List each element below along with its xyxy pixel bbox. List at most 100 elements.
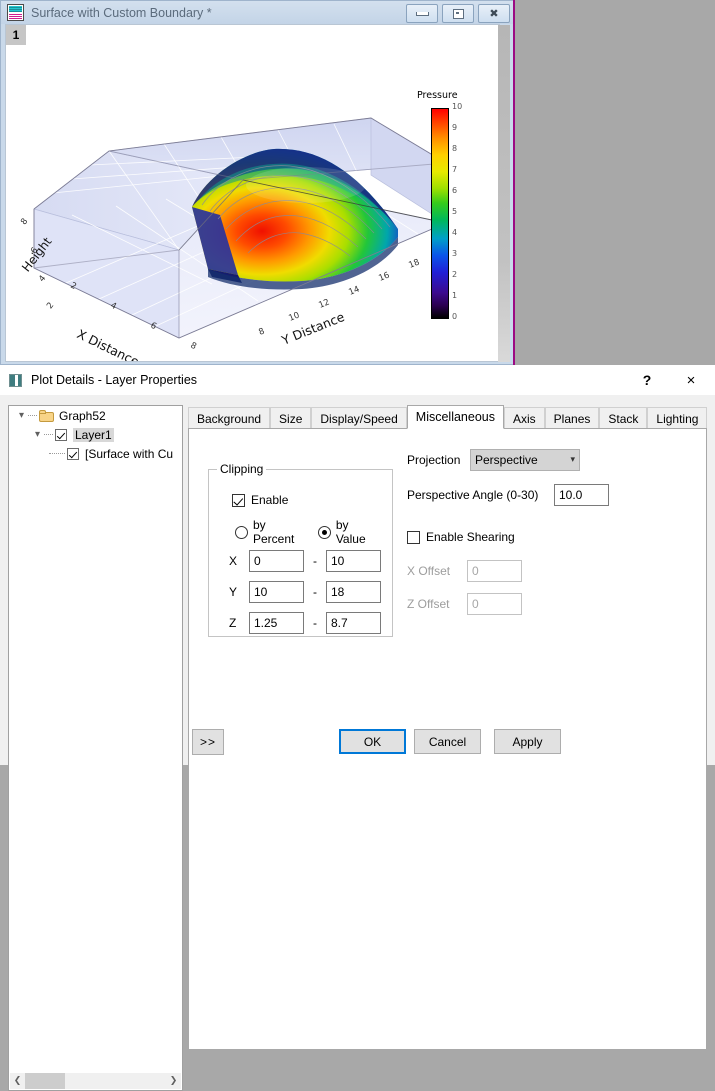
minimize-button[interactable] — [406, 4, 438, 23]
window-edge-marker — [513, 0, 515, 365]
clipping-enable-label: Enable — [251, 493, 288, 507]
graph-window: Surface with Custom Boundary * ✖ 1 — [0, 0, 515, 365]
clipping-dash: - — [304, 616, 326, 630]
close-button[interactable]: ✖ — [478, 4, 510, 23]
radio-by-percent[interactable] — [235, 526, 248, 539]
tab-stack[interactable]: Stack — [599, 407, 647, 429]
chevron-down-icon[interactable]: ▾ — [15, 410, 28, 421]
tab-lighting[interactable]: Lighting — [647, 407, 707, 429]
colorbar-title: Pressure — [417, 90, 458, 101]
clipping-x-from-input[interactable]: 0 — [249, 550, 304, 572]
clipping-row-z: Z 1.25 - 8.7 — [229, 612, 381, 634]
chevron-down-icon[interactable]: ▾ — [31, 429, 44, 440]
tree-item-layer1[interactable]: ▾ Layer1 — [9, 425, 182, 444]
scroll-right-icon[interactable]: ❯ — [166, 1076, 181, 1086]
svg-text:8: 8 — [257, 326, 266, 337]
clipping-axis-label-x: X — [229, 554, 249, 568]
clipping-y-to-input[interactable]: 18 — [326, 581, 381, 603]
colorbar-gradient — [431, 108, 449, 319]
projection-settings: Projection Perspective ▾ Perspective Ang… — [407, 449, 609, 615]
restore-button[interactable] — [442, 4, 474, 23]
plot-details-dialog: Plot Details - Layer Properties ? × ▾ Gr… — [0, 365, 715, 765]
folder-icon — [39, 410, 54, 422]
clipping-enable-row[interactable]: Enable — [232, 493, 288, 507]
tab-display-speed[interactable]: Display/Speed — [311, 407, 406, 429]
apply-button[interactable]: Apply — [494, 729, 561, 754]
tab-size[interactable]: Size — [270, 407, 311, 429]
expand-button[interactable]: >> — [192, 729, 224, 755]
clipping-dash: - — [304, 585, 326, 599]
plot-details-icon — [9, 374, 22, 387]
dialog-footer: >> OK Cancel Apply — [0, 724, 715, 765]
graph-vertical-scrollbar[interactable] — [498, 25, 510, 362]
enable-shearing-row[interactable]: Enable Shearing — [407, 530, 609, 544]
colorbar: Pressure 10 9 8 7 6 5 4 3 2 1 0 — [431, 108, 449, 319]
graph-canvas[interactable]: 1 — [5, 24, 500, 362]
tree-connector — [49, 453, 65, 455]
clipping-row-x: X 0 - 10 — [229, 550, 381, 572]
tree-item-graph52[interactable]: ▾ Graph52 — [9, 406, 182, 425]
tab-planes[interactable]: Planes — [545, 407, 600, 429]
projection-select[interactable]: Perspective ▾ — [470, 449, 580, 471]
clipping-x-to-input[interactable]: 10 — [326, 550, 381, 572]
clipping-group-title: Clipping — [217, 462, 266, 476]
perspective-angle-input[interactable]: 10.0 — [554, 484, 609, 506]
tab-strip: Background Size Display/Speed Miscellane… — [188, 405, 707, 430]
radio-by-value-label: by Value — [336, 518, 370, 546]
dialog-title: Plot Details - Layer Properties — [31, 373, 197, 387]
perspective-angle-label: Perspective Angle (0-30) — [407, 488, 554, 502]
z-offset-row: Z Offset 0 — [407, 593, 609, 615]
tree-item-label: [Surface with Cu — [85, 447, 173, 461]
tree-checkbox-surface[interactable] — [67, 448, 79, 460]
chevron-down-icon: ▾ — [570, 455, 575, 465]
z-offset-input[interactable]: 0 — [467, 593, 522, 615]
clipping-y-from-input[interactable]: 10 — [249, 581, 304, 603]
scroll-left-icon[interactable]: ❮ — [10, 1076, 25, 1086]
clipping-axis-label-z: Z — [229, 616, 249, 630]
tree-horizontal-scrollbar[interactable]: ❮ ❯ — [10, 1073, 181, 1089]
graph-titlebar[interactable]: Surface with Custom Boundary * ✖ — [1, 1, 514, 24]
clipping-axis-label-y: Y — [229, 585, 249, 599]
application-root: Surface with Custom Boundary * ✖ 1 — [0, 0, 715, 765]
layer-tag[interactable]: 1 — [6, 25, 26, 45]
svg-text:12: 12 — [317, 297, 331, 310]
tree-checkbox-layer1[interactable] — [55, 429, 67, 441]
cancel-button[interactable]: Cancel — [414, 729, 481, 754]
projection-label: Projection — [407, 453, 470, 467]
clipping-z-from-input[interactable]: 1.25 — [249, 612, 304, 634]
tree-item-surface[interactable]: [Surface with Cu — [9, 444, 182, 463]
svg-text:2: 2 — [45, 301, 56, 311]
svg-text:10: 10 — [287, 310, 301, 323]
help-button[interactable]: ? — [627, 365, 667, 395]
x-offset-label: X Offset — [407, 564, 467, 578]
dialog-close-button[interactable]: × — [671, 365, 711, 395]
dialog-titlebar[interactable]: Plot Details - Layer Properties — [0, 365, 715, 395]
restore-icon — [453, 9, 464, 19]
clipping-enable-checkbox[interactable] — [232, 494, 245, 507]
close-icon: ✖ — [489, 8, 498, 19]
tree-item-label: Layer1 — [73, 428, 114, 442]
clipping-row-y: Y 10 - 18 — [229, 581, 381, 603]
tab-axis[interactable]: Axis — [504, 407, 545, 429]
minimize-icon — [416, 12, 429, 16]
radio-by-value[interactable] — [318, 526, 331, 539]
tab-miscellaneous[interactable]: Miscellaneous — [407, 405, 504, 429]
x-offset-input[interactable]: 0 — [467, 560, 522, 582]
surface-3d-plot: 8 6 4 2 Height 2 4 6 8 X Distance 8 10 — [6, 25, 500, 362]
ok-button[interactable]: OK — [339, 729, 406, 754]
tab-background[interactable]: Background — [188, 407, 270, 429]
clipping-z-to-input[interactable]: 8.7 — [326, 612, 381, 634]
scrollbar-track[interactable] — [25, 1073, 166, 1089]
svg-text:4: 4 — [37, 274, 48, 284]
svg-text:8: 8 — [189, 341, 198, 352]
enable-shearing-checkbox[interactable] — [407, 531, 420, 544]
scrollbar-thumb[interactable] — [25, 1073, 65, 1089]
graph-window-buttons: ✖ — [406, 4, 510, 23]
z-offset-label: Z Offset — [407, 597, 467, 611]
clipping-dash: - — [304, 554, 326, 568]
graph-window-title: Surface with Custom Boundary * — [31, 6, 212, 20]
tree-connector — [44, 434, 53, 436]
x-offset-row: X Offset 0 — [407, 560, 609, 582]
svg-text:14: 14 — [347, 284, 361, 297]
perspective-angle-row: Perspective Angle (0-30) 10.0 — [407, 484, 609, 506]
